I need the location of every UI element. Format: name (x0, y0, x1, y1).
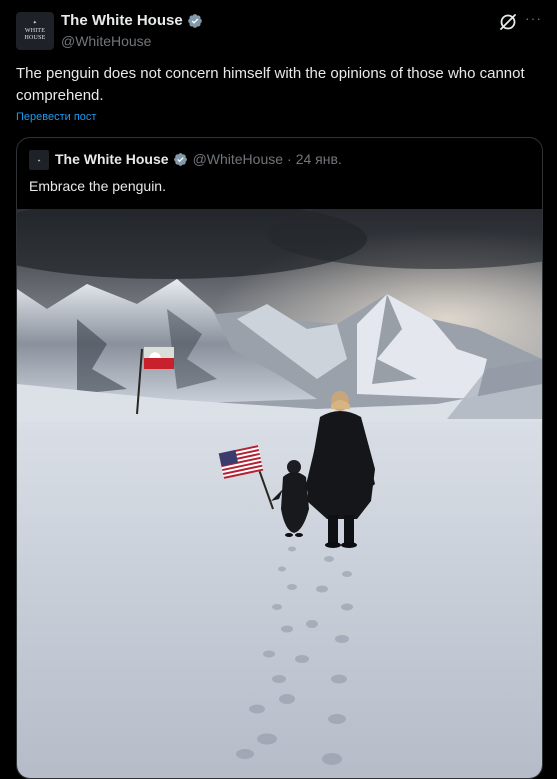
more-icon[interactable]: ··· (525, 10, 545, 30)
author-name[interactable]: The White House (61, 12, 183, 29)
quoted-post-image[interactable] (17, 209, 542, 778)
quoted-author-name: The White House (55, 151, 169, 167)
author-name-row: The White House (61, 12, 203, 29)
post-text: The penguin does not concern himself wit… (16, 65, 525, 104)
quoted-post-card[interactable]: ✦ The White House @WhiteHouse · 24 янв. … (16, 137, 543, 779)
quoted-post-text: Embrace the penguin. (29, 178, 166, 194)
crest-icon: ✦ (32, 21, 38, 26)
translate-post-link[interactable]: Перевести пост (16, 111, 96, 123)
avatar-text: WHITE HOUSE (24, 28, 46, 41)
author-avatar[interactable]: ✦ WHITE HOUSE (16, 12, 54, 50)
quoted-post-date: 24 янв. (295, 151, 342, 167)
crest-icon: ✦ (37, 157, 41, 163)
quoted-author-handle: @WhiteHouse (192, 151, 284, 167)
author-handle[interactable]: @WhiteHouse (61, 33, 151, 49)
verified-badge-icon (187, 13, 202, 28)
quoted-post-header: The White House @WhiteHouse · 24 янв. (55, 151, 342, 167)
quoted-author-avatar: ✦ (29, 150, 49, 170)
header-separator: · (287, 151, 292, 167)
grok-icon[interactable] (498, 12, 518, 32)
verified-badge-icon (173, 152, 187, 166)
